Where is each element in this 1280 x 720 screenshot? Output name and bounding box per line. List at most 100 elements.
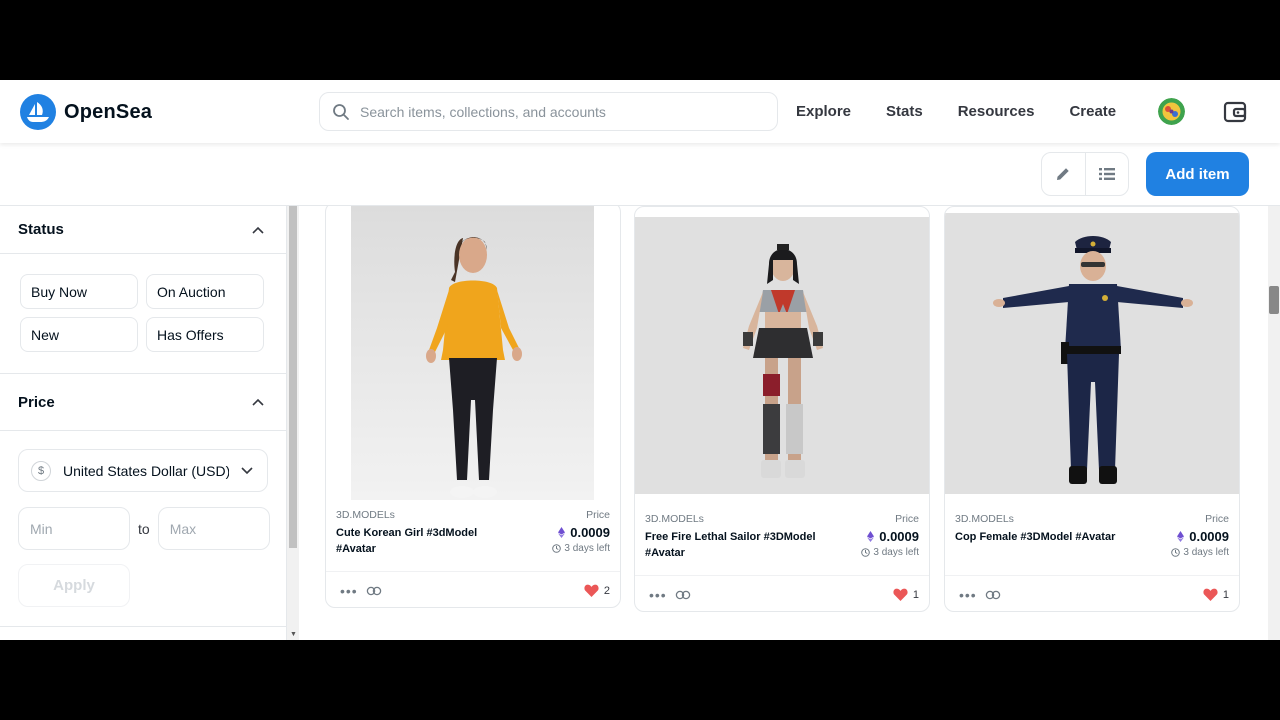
status-on-auction[interactable]: On Auction <box>146 274 264 309</box>
status-has-offers[interactable]: Has Offers <box>146 317 264 352</box>
heart-icon <box>1203 588 1218 601</box>
status-filter-title: Status <box>18 221 64 238</box>
status-filter-header[interactable]: Status <box>0 206 286 254</box>
price-filter-title: Price <box>18 393 55 411</box>
list-view-button[interactable] <box>1084 153 1128 195</box>
opensea-app: OpenSea Explore Stats Resources Create <box>0 80 1280 640</box>
status-options: Buy Now On Auction New Has Offers <box>0 254 286 374</box>
price-label: Price <box>586 509 610 521</box>
item-price-value: 0.0009 <box>879 529 919 544</box>
chevron-up-icon <box>252 226 264 234</box>
item-card-footer: ••• 1 <box>945 575 1239 611</box>
brand-name: OpenSea <box>64 100 153 123</box>
more-options-icon[interactable]: ••• <box>340 583 358 599</box>
wallet-button[interactable] <box>1222 99 1248 130</box>
chevron-down-icon <box>241 466 253 474</box>
avatar-icon <box>1158 98 1185 125</box>
sidebar-divider <box>0 626 286 627</box>
edit-button[interactable] <box>1042 153 1085 195</box>
item-price: 0.0009 <box>558 525 610 540</box>
link-icon[interactable] <box>675 589 691 601</box>
collection-action-bar: Add item <box>0 143 1280 206</box>
favorite-button[interactable]: 2 <box>584 584 610 597</box>
time-left: 3 days left <box>1171 547 1229 558</box>
item-image[interactable] <box>635 217 929 494</box>
nav-explore[interactable]: Explore <box>796 103 851 120</box>
profile-avatar[interactable] <box>1158 98 1185 125</box>
item-price-value: 0.0009 <box>1189 529 1229 544</box>
wallet-icon <box>1223 101 1247 123</box>
item-price: 0.0009 <box>1177 529 1229 544</box>
collection-name[interactable]: 3D.MODELs <box>645 513 919 525</box>
page-scrollbar[interactable] <box>1268 206 1280 640</box>
clock-icon <box>861 548 871 557</box>
apply-button[interactable]: Apply <box>18 564 130 607</box>
ethereum-icon <box>867 531 875 542</box>
top-navigation-bar: OpenSea Explore Stats Resources Create <box>0 80 1280 143</box>
avatar-figure-image <box>743 244 823 478</box>
item-card[interactable]: 3D.MODELs Price Cute Korean Girl #3dMode… <box>325 202 621 608</box>
time-left: 3 days left <box>552 543 610 554</box>
ethereum-icon <box>1177 531 1185 542</box>
price-range: to <box>18 507 270 550</box>
favorite-button[interactable]: 1 <box>1203 588 1229 601</box>
add-item-button[interactable]: Add item <box>1146 152 1249 196</box>
scroll-down-arrow-icon[interactable]: ▼ <box>290 631 297 638</box>
avatar-figure-image <box>425 237 522 498</box>
price-label: Price <box>895 513 919 525</box>
currency-select[interactable]: $ United States Dollar (USD) <box>18 449 268 492</box>
collection-name[interactable]: 3D.MODELs <box>336 509 610 521</box>
avatar-figure-image <box>993 236 1193 484</box>
page-scroll-thumb[interactable] <box>1269 286 1279 314</box>
item-card[interactable]: 3D.MODELs Price Cop Female #3DModel #Ava… <box>944 206 1240 612</box>
price-filter-body: $ United States Dollar (USD) to Apply <box>0 431 286 607</box>
link-icon[interactable] <box>985 589 1001 601</box>
opensea-logo-icon <box>20 94 56 130</box>
main-nav: Explore Stats Resources Create <box>796 80 1116 143</box>
heart-icon <box>584 584 599 597</box>
filter-sidebar: Status Buy Now On Auction New Has Offers… <box>0 206 287 640</box>
item-card[interactable]: 3D.MODELs Price Free Fire Lethal Sailor … <box>634 206 930 612</box>
clock-icon <box>1171 548 1181 557</box>
range-separator: to <box>138 520 150 537</box>
opensea-logo[interactable]: OpenSea <box>20 94 152 130</box>
sidebar-scroll-thumb[interactable] <box>289 206 297 548</box>
item-info: 3D.MODELs Price Cute Korean Girl #3dMode… <box>336 509 610 557</box>
item-card-footer: ••• 2 <box>326 571 620 607</box>
view-toggle-group <box>1041 152 1129 196</box>
status-new[interactable]: New <box>20 317 138 352</box>
chevron-up-icon <box>252 398 264 406</box>
favorite-button[interactable]: 1 <box>893 588 919 601</box>
nav-resources[interactable]: Resources <box>958 103 1035 120</box>
favorite-count: 1 <box>912 588 919 601</box>
search-icon <box>333 103 349 120</box>
search-bar[interactable] <box>319 92 778 131</box>
item-title[interactable]: Cop Female #3DModel #Avatar <box>955 529 1130 545</box>
item-title[interactable]: Free Fire Lethal Sailor #3DModel #Avatar <box>645 529 820 561</box>
min-price-input[interactable] <box>18 507 130 550</box>
status-buy-now[interactable]: Buy Now <box>20 274 138 309</box>
clock-icon <box>552 544 562 553</box>
nav-stats[interactable]: Stats <box>886 103 923 120</box>
sidebar-scrollbar[interactable]: ▼ <box>287 206 299 640</box>
item-price-value: 0.0009 <box>570 525 610 540</box>
pencil-icon <box>1057 168 1070 180</box>
list-icon <box>1098 168 1115 180</box>
favorite-count: 1 <box>1222 588 1229 601</box>
price-filter-header[interactable]: Price <box>0 374 286 431</box>
item-price: 0.0009 <box>867 529 919 544</box>
time-left: 3 days left <box>861 547 919 558</box>
more-options-icon[interactable]: ••• <box>959 587 977 603</box>
collection-name[interactable]: 3D.MODELs <box>955 513 1229 525</box>
item-card-footer: ••• 1 <box>635 575 929 611</box>
item-title[interactable]: Cute Korean Girl #3dModel #Avatar <box>336 525 511 557</box>
dollar-icon: $ <box>31 460 51 481</box>
search-input[interactable] <box>360 103 760 120</box>
more-options-icon[interactable]: ••• <box>649 587 667 603</box>
item-image[interactable] <box>351 203 594 500</box>
time-left-value: 3 days left <box>564 543 610 554</box>
link-icon[interactable] <box>366 585 382 597</box>
nav-create[interactable]: Create <box>1069 103 1116 120</box>
item-image[interactable] <box>945 213 1239 494</box>
max-price-input[interactable] <box>157 507 270 550</box>
